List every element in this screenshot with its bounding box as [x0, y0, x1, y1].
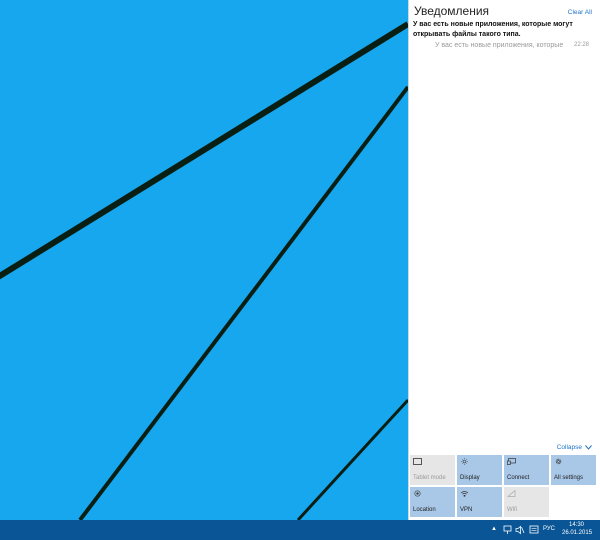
quick-action-connect[interactable]: Connect	[504, 455, 549, 485]
clear-all-button[interactable]: Clear All	[568, 9, 592, 16]
notification-group-header[interactable]: У вас есть новые приложения, которые мог…	[413, 20, 593, 40]
chevron-down-icon	[585, 445, 592, 450]
tablet-mode-icon	[413, 458, 422, 465]
quick-action-label: VPN	[460, 507, 473, 513]
action-center-icon[interactable]	[529, 525, 539, 535]
location-icon	[414, 490, 421, 497]
taskbar: ▲ РУС 14:30 26.01.2015	[0, 520, 600, 540]
quick-action-label: All settings	[554, 475, 584, 481]
wallpaper-line-3	[296, 398, 408, 520]
clock-time[interactable]: 14:30	[569, 522, 584, 528]
wifi-icon	[507, 490, 516, 497]
quick-action-vpn[interactable]: VPN	[457, 487, 502, 517]
vpn-icon	[460, 491, 469, 497]
quick-action-tablet-mode[interactable]: Tablet mode	[410, 455, 455, 485]
action-center-title: Уведомления	[414, 4, 490, 18]
quick-action-display[interactable]: Display	[457, 455, 502, 485]
quick-action-label: Display	[460, 475, 480, 481]
wallpaper-line-1	[0, 21, 408, 280]
network-icon[interactable]	[503, 525, 513, 535]
connect-icon	[507, 458, 516, 465]
quick-action-label: Tablet mode	[413, 475, 446, 481]
gear-icon	[555, 458, 562, 465]
notification-item-text: У вас есть новые приложения, которые	[435, 42, 564, 49]
action-center-panel: Уведомления Clear All У вас есть новые п…	[408, 0, 600, 520]
quick-action-location[interactable]: Location	[410, 487, 455, 517]
wallpaper-lines	[0, 21, 408, 520]
quick-action-all-settings[interactable]: All settings	[551, 455, 596, 485]
quick-action-label: Location	[413, 507, 436, 513]
brightness-icon	[461, 458, 468, 465]
quick-action-label: Connect	[507, 475, 530, 481]
collapse-button[interactable]: Collapse	[557, 444, 592, 451]
language-indicator[interactable]: РУС	[543, 526, 555, 532]
tray-chevron-icon[interactable]: ▲	[491, 526, 497, 536]
notification-item-time: 22:28	[573, 42, 589, 48]
volume-muted-icon[interactable]	[515, 525, 525, 535]
quick-action-wifi[interactable]: Wifi	[504, 487, 549, 517]
notification-item[interactable]: У вас есть новые приложения, которые 22:…	[413, 42, 595, 54]
desktop-wallpaper	[0, 0, 408, 520]
collapse-label: Collapse	[556, 444, 582, 451]
clock-date[interactable]: 26.01.2015	[562, 530, 592, 536]
quick-action-label: Wifi	[507, 507, 517, 513]
